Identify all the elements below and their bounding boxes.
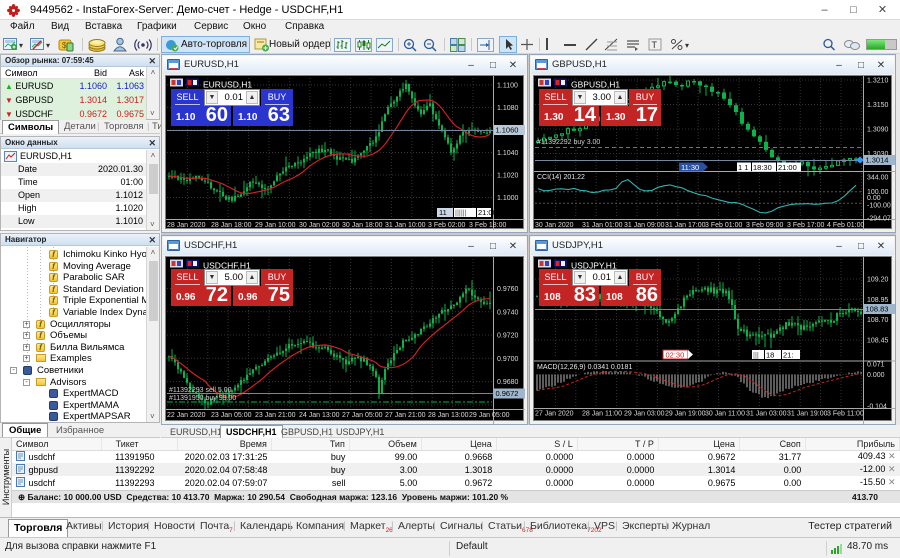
svg-text:27 Jan 05:00: 27 Jan 05:00: [342, 412, 383, 419]
svg-text:1.1060: 1.1060: [496, 126, 519, 135]
svg-text:MACD(12,26,9) 0.0341 0.0181: MACD(12,26,9) 0.0341 0.0181: [537, 364, 632, 371]
svg-text:T: T: [652, 40, 658, 50]
svg-text:3 Feb 18:00: 3 Feb 18:00: [469, 222, 506, 229]
svg-text:22 Jan 2020: 22 Jan 2020: [167, 412, 206, 419]
svg-text:31 Jan 19:00: 31 Jan 19:00: [787, 411, 828, 418]
svg-text:1.3014: 1.3014: [866, 156, 889, 165]
svg-text:344.00: 344.00: [867, 175, 889, 182]
svg-text:108.95: 108.95: [867, 297, 889, 304]
svg-text:1.1040: 1.1040: [497, 150, 519, 157]
svg-text:23 Jan 05:00: 23 Jan 05:00: [211, 412, 252, 419]
svg-text:1.1020: 1.1020: [497, 173, 519, 180]
svg-text:29 Jan 03:00: 29 Jan 03:00: [624, 411, 665, 418]
svg-text:28 Jan 11:00: 28 Jan 11:00: [582, 411, 622, 418]
svg-text:28 Jan 18:00: 28 Jan 18:00: [211, 222, 252, 229]
svg-text:02:30: 02:30: [666, 351, 685, 360]
svg-text:30 Jan 2020: 30 Jan 2020: [535, 222, 574, 229]
svg-text:11: 11: [439, 208, 447, 217]
svg-text:1.1100: 1.1100: [497, 83, 518, 90]
svg-text:30 Jan 18:00: 30 Jan 18:00: [342, 222, 383, 229]
svg-text:1.3090: 1.3090: [867, 127, 889, 134]
svg-text:GBPUSD,H1: GBPUSD,H1: [571, 80, 620, 90]
svg-text:-0.104: -0.104: [867, 404, 887, 411]
svg-text:1 1: 1 1: [738, 163, 748, 172]
svg-text:108.45: 108.45: [867, 338, 889, 345]
svg-text:-100.00: -100.00: [867, 203, 891, 210]
svg-text:0.9720: 0.9720: [497, 333, 519, 340]
svg-text:28 Jan 13:00: 28 Jan 13:00: [428, 412, 469, 419]
svg-text:0.9760: 0.9760: [497, 286, 519, 293]
svg-text:31 Jan 01:00: 31 Jan 01:00: [582, 222, 623, 229]
svg-text:|||: |||: [753, 351, 759, 360]
svg-text:3 Feb 11:00: 3 Feb 11:00: [827, 411, 864, 418]
svg-text:23 Jan 21:00: 23 Jan 21:00: [255, 412, 296, 419]
svg-text:#11391950 buy 99.00: #11391950 buy 99.00: [169, 395, 236, 402]
svg-text:30 Jan 11:00: 30 Jan 11:00: [705, 411, 745, 418]
svg-text:31 Jan 09:00: 31 Jan 09:00: [624, 222, 665, 229]
svg-text:18: 18: [766, 351, 774, 360]
svg-text:0.071: 0.071: [867, 362, 885, 369]
svg-text:28 Jan 2020: 28 Jan 2020: [167, 222, 206, 229]
svg-text:11:30: 11:30: [681, 163, 699, 172]
svg-text:#11392292 buy 3.00: #11392292 buy 3.00: [537, 139, 600, 146]
svg-text:108.70: 108.70: [867, 317, 889, 324]
svg-text:1.1080: 1.1080: [497, 105, 519, 112]
svg-text:29 Jan 19:00: 29 Jan 19:00: [665, 411, 706, 418]
svg-text:109.20: 109.20: [867, 277, 889, 284]
svg-text:27 Jan 21:00: 27 Jan 21:00: [385, 412, 426, 419]
svg-text:3 Feb 17:00: 3 Feb 17:00: [787, 222, 824, 229]
svg-text:-294.07: -294.07: [867, 216, 891, 223]
svg-text:24 Jan 13:00: 24 Jan 13:00: [299, 412, 340, 419]
svg-text:21:: 21:: [783, 351, 793, 360]
svg-text:31 Jan 10:00: 31 Jan 10:00: [385, 222, 426, 229]
svg-text:4 Feb 01:00: 4 Feb 01:00: [827, 222, 864, 229]
svg-text:21:00: 21:00: [478, 208, 497, 217]
svg-text:1.3150: 1.3150: [867, 102, 889, 109]
svg-text:$: $: [62, 41, 67, 50]
svg-text:0.9700: 0.9700: [497, 356, 519, 363]
svg-text:0.9672: 0.9672: [496, 389, 519, 398]
svg-text:27 Jan 2020: 27 Jan 2020: [535, 411, 574, 418]
svg-text:0.00: 0.00: [867, 195, 881, 202]
svg-text:3 Feb 02:00: 3 Feb 02:00: [428, 222, 465, 229]
svg-text:31 Jan 03:00: 31 Jan 03:00: [746, 411, 787, 418]
svg-text:1.1000: 1.1000: [497, 195, 519, 202]
svg-text:||||||: ||||||: [455, 208, 467, 217]
svg-text:#11392293 sell 5.00: #11392293 sell 5.00: [169, 387, 232, 394]
svg-text:18:30: 18:30: [753, 163, 772, 172]
svg-text:EURUSD,H1: EURUSD,H1: [203, 80, 252, 90]
svg-text:0.9680: 0.9680: [497, 379, 519, 386]
svg-text:0.000: 0.000: [867, 372, 885, 379]
svg-text:3 Feb 01:00: 3 Feb 01:00: [705, 222, 742, 229]
svg-text:108.83: 108.83: [866, 305, 889, 314]
svg-text:21:00: 21:00: [778, 163, 797, 172]
svg-text:0.9740: 0.9740: [497, 309, 519, 316]
svg-text:29 Jan 05:00: 29 Jan 05:00: [469, 412, 510, 419]
svg-text:29 Jan 10:00: 29 Jan 10:00: [255, 222, 296, 229]
svg-text:30 Jan 02:00: 30 Jan 02:00: [299, 222, 340, 229]
svg-text:1.3210: 1.3210: [867, 78, 889, 85]
svg-text:3 Feb 09:00: 3 Feb 09:00: [746, 222, 783, 229]
svg-text:CCI(14) 201.22: CCI(14) 201.22: [537, 174, 585, 181]
svg-text:31 Jan 17:00: 31 Jan 17:00: [665, 222, 706, 229]
